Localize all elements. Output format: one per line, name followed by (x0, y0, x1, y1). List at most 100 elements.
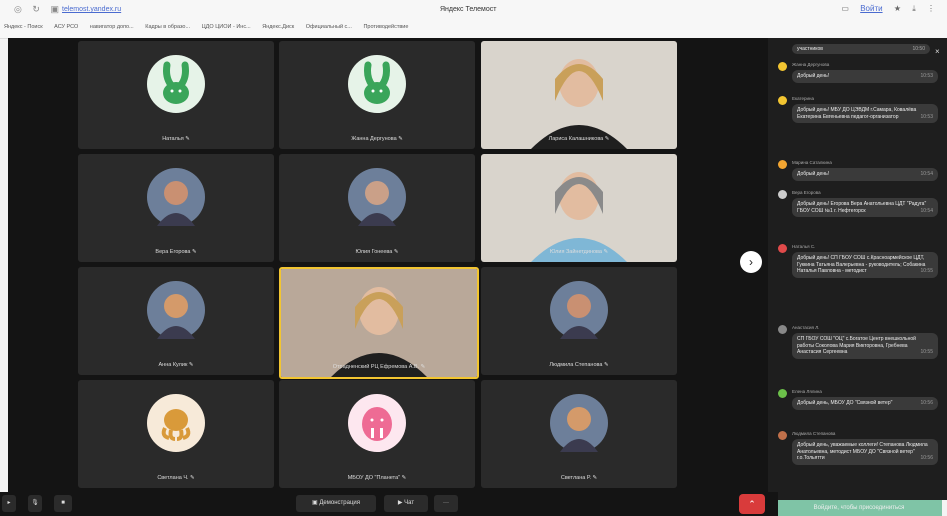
participant-tile[interactable]: Лариса Калашникова ✎ (481, 41, 677, 149)
participant-name: Людмила Степанова ✎ (549, 362, 609, 368)
participant-name: Юлия Зайнетдинова ✎ (549, 249, 609, 255)
chat-text: участников (797, 46, 823, 52)
chat-author: Елена Лялина (792, 389, 822, 394)
participant-video (481, 41, 677, 149)
participant-tile[interactable]: Анна Кулик ✎ (78, 267, 274, 375)
chat-author: Анастасия Л. (792, 325, 820, 330)
participant-tile[interactable]: Юлия Гонеева ✎ (279, 154, 475, 262)
chat-message: Людмила Степанова Добрый день, уважаемые … (778, 431, 938, 465)
camera-icon[interactable]: ■ (54, 495, 72, 512)
participant-tile[interactable]: Светлана Ч. ✎ (78, 380, 274, 488)
bookmark-item[interactable]: Кадры в образо... (145, 24, 190, 30)
chat-bubble: Добрый день! Егорова Вера Анатольевна ЦД… (792, 198, 938, 217)
bookmark-item[interactable]: Противодействие (363, 24, 408, 30)
bookmark-item[interactable]: ЦДО ЦИОИ - Инс... (202, 24, 251, 30)
bookmark-item[interactable]: АСУ РСО (54, 24, 78, 30)
chat-text: Добрый день! СП ГБОУ СОШ с.Красноармейск… (797, 255, 926, 274)
chat-bubble: Добрый день, МБОУ ДО "Связной ветер" 10:… (792, 397, 938, 410)
participant-tile[interactable]: Отрадненский РЦ Ефремова А.В. ✎ (279, 267, 479, 379)
extension-icon[interactable]: ▭ (841, 4, 849, 13)
menu-icon[interactable]: ⋮ (927, 4, 935, 13)
chat-time: 10:53 (920, 73, 933, 79)
author-avatar-icon (778, 389, 787, 398)
bookmark-item[interactable]: Официальный с... (306, 24, 352, 30)
browser-nav: ◎ ↻ ▣ (14, 4, 67, 15)
browser-toolbar: ◎ ↻ ▣ telemost.yandex.ru Яндекс Телемост… (0, 0, 947, 39)
microphone-icon[interactable]: 🎙 (28, 495, 42, 512)
screen-share-button[interactable]: ▣ Демонстрация (296, 495, 376, 512)
participant-name: Жанна Дергунова ✎ (351, 136, 403, 142)
chat-time: 10:56 (920, 455, 933, 461)
author-avatar-icon (778, 62, 787, 71)
participant-avatar-icon (348, 55, 406, 113)
chat-time: 10:50 (912, 46, 925, 52)
arrow-icon[interactable]: ▸ (2, 495, 16, 512)
page-title: Яндекс Телемост (440, 6, 497, 13)
participant-tile[interactable]: Юлия Зайнетдинова ✎ (481, 154, 677, 262)
participant-photo (348, 168, 406, 226)
participant-tile[interactable]: Жанна Дергунова ✎ (279, 41, 475, 149)
reload-icon[interactable]: ↻ (32, 4, 40, 14)
more-button[interactable]: ··· (434, 495, 458, 512)
participant-name: Светлана Р. ✎ (560, 475, 598, 481)
chat-button[interactable]: ▶ Чат (384, 495, 428, 512)
chat-author: Жанна Дергунова (792, 62, 830, 67)
bookmarks-bar: Яндекс - Поиск АСУ РСО навигатор допо...… (4, 24, 418, 30)
chat-text: Добрый день, уважаемые коллеги! Степанов… (797, 442, 928, 461)
back-icon[interactable]: ◎ (14, 4, 22, 14)
close-chat-icon[interactable]: × (935, 47, 940, 56)
login-link[interactable]: Войти (860, 4, 882, 13)
author-avatar-icon (778, 431, 787, 440)
chat-time: 10:56 (920, 400, 933, 406)
download-icon[interactable]: ⤓ (912, 4, 916, 13)
bookmark-item[interactable]: Яндекс.Диск (262, 24, 294, 30)
author-avatar-icon (778, 96, 787, 105)
chat-bubble: Добрый день! СП ГБОУ СОШ с.Красноармейск… (792, 252, 938, 278)
chat-author: Екатерина (792, 96, 814, 101)
chat-time: 10:53 (920, 113, 933, 120)
chat-author: Людмила Степанова (792, 431, 836, 436)
participant-tile[interactable]: Вера Егорова ✎ (78, 154, 274, 262)
chat-text: Добрый день! Егорова Вера Анатольевна ЦД… (797, 201, 927, 214)
author-avatar-icon (778, 190, 787, 199)
participant-tile[interactable]: Наталья ✎ (78, 41, 274, 149)
leave-call-button[interactable]: ⌃ (739, 494, 765, 514)
participant-name: Отрадненский РЦ Ефремова А.В. ✎ (332, 364, 426, 370)
bookmark-item[interactable]: навигатор допо... (90, 24, 134, 30)
author-avatar-icon (778, 244, 787, 253)
author-avatar-icon (778, 325, 787, 334)
participant-name: Анна Кулик ✎ (158, 362, 194, 368)
participant-photo (550, 394, 608, 452)
chat-text: Добрый день, МБОУ ДО "Связной ветер" (797, 400, 893, 406)
address-bar[interactable]: telemost.yandex.ru (62, 6, 121, 13)
bookmark-icon[interactable]: ★ (894, 4, 901, 13)
participant-name: Вера Егорова ✎ (155, 249, 197, 255)
chat-bubble: Добрый день! 10:54 (792, 168, 938, 181)
participant-video (281, 269, 477, 377)
chat-message: Вера Егорова Добрый день! Егорова Вера Ан… (778, 190, 938, 217)
chat-text: СП ГБОУ СОШ "ОЦ" с.Богатое Центр внешкол… (797, 336, 916, 355)
chat-time: 10:54 (920, 207, 933, 214)
chat-message: Наталья С. Добрый день! СП ГБОУ СОШ с.Кра… (778, 244, 938, 278)
chat-time: 10:54 (920, 171, 933, 177)
participant-tile[interactable]: Людмила Степанова ✎ (481, 267, 677, 375)
participant-tile[interactable]: МБОУ ДО "Планета" ✎ (279, 380, 475, 488)
control-bar: ▸ 🎙 ■ ▣ Демонстрация ▶ Чат ··· (0, 492, 778, 516)
chat-input[interactable]: Войдите, чтобы присоединиться (776, 500, 942, 516)
participant-name: Юлия Гонеева ✎ (355, 249, 399, 255)
participant-tile[interactable]: Светлана Р. ✎ (481, 380, 677, 488)
participant-photo (550, 281, 608, 339)
chat-text: Добрый день! (797, 73, 830, 79)
participant-video (481, 154, 677, 262)
participant-name: Лариса Калашникова ✎ (548, 136, 610, 142)
participant-name: МБОУ ДО "Планета" ✎ (347, 475, 407, 481)
participant-avatar-icon (147, 394, 205, 452)
chat-message: Марина Саталкина Добрый день! 10:54 (778, 160, 938, 181)
browser-actions: ▭ Войти ★ ⤓ ⋮ (832, 4, 935, 14)
chat-message: Жанна Дергунова Добрый день! 10:53 (778, 62, 938, 83)
chat-author: Вера Егорова (792, 190, 821, 195)
chat-icon: ▶ (397, 500, 403, 506)
chat-time: 10:55 (920, 349, 933, 355)
next-page-button[interactable]: › (740, 251, 762, 273)
bookmark-item[interactable]: Яндекс - Поиск (4, 24, 43, 30)
